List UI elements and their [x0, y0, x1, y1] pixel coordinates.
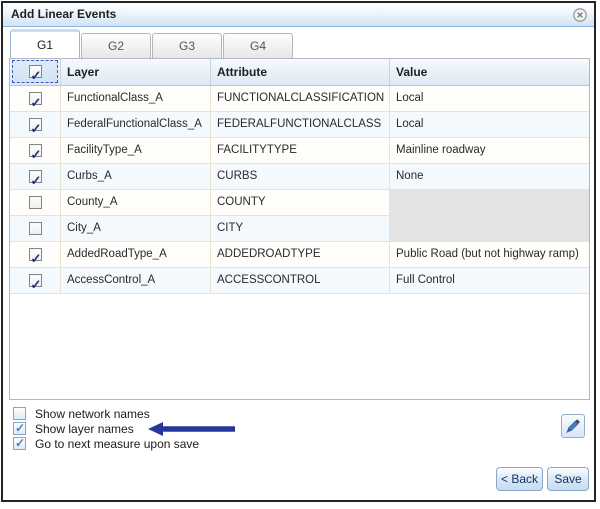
- value-cell: None: [390, 164, 589, 189]
- attribute-cell: ADDEDROADTYPE: [211, 242, 390, 267]
- dialog-title: Add Linear Events: [11, 7, 116, 21]
- value-cell: Public Road (but not highway ramp): [390, 242, 589, 267]
- option-label[interactable]: Go to next measure upon save: [35, 437, 199, 451]
- option-checkbox[interactable]: [13, 422, 26, 435]
- value-cell: [390, 190, 589, 215]
- dialog-titlebar: Add Linear Events: [3, 3, 594, 27]
- row-checkbox[interactable]: [29, 196, 42, 209]
- tab-g2[interactable]: G2: [81, 33, 151, 59]
- option-label[interactable]: Show network names: [35, 407, 150, 421]
- layer-cell: FederalFunctionalClass_A: [61, 112, 211, 137]
- row-checkbox[interactable]: [29, 222, 42, 235]
- value-cell: Full Control: [390, 268, 589, 293]
- value-cell: Local: [390, 112, 589, 137]
- layer-cell: County_A: [61, 190, 211, 215]
- row-checkbox[interactable]: [29, 274, 42, 287]
- save-button[interactable]: Save: [547, 467, 589, 491]
- layer-cell: Curbs_A: [61, 164, 211, 189]
- row-checkbox-cell: [10, 242, 61, 267]
- edit-button[interactable]: [561, 414, 585, 438]
- option-checkbox[interactable]: [13, 407, 26, 420]
- tab-g4[interactable]: G4: [223, 33, 293, 59]
- row-checkbox-cell: [10, 190, 61, 215]
- table-row[interactable]: FunctionalClass_AFUNCTIONALCLASSIFICATIO…: [10, 86, 589, 112]
- option-row: Go to next measure upon save: [13, 436, 236, 451]
- layer-cell: FunctionalClass_A: [61, 86, 211, 111]
- value-cell: Mainline roadway: [390, 138, 589, 163]
- select-all-checkbox[interactable]: [29, 65, 42, 78]
- table-row[interactable]: City_ACITY: [10, 216, 589, 242]
- row-checkbox[interactable]: [29, 144, 42, 157]
- value-cell: Local: [390, 86, 589, 111]
- layer-cell: AddedRoadType_A: [61, 242, 211, 267]
- option-row: Show network names: [13, 406, 236, 421]
- option-label[interactable]: Show layer names: [35, 422, 134, 436]
- layer-cell: FacilityType_A: [61, 138, 211, 163]
- table-header-row: Layer Attribute Value: [10, 59, 589, 86]
- table-row[interactable]: AddedRoadType_AADDEDROADTYPEPublic Road …: [10, 242, 589, 268]
- table-row[interactable]: Curbs_ACURBSNone: [10, 164, 589, 190]
- tab-g3[interactable]: G3: [152, 33, 222, 59]
- row-checkbox-cell: [10, 216, 61, 241]
- select-all-cell: [10, 59, 61, 85]
- value-cell: [390, 216, 589, 241]
- linear-events-table: Layer Attribute Value FunctionalClass_AF…: [9, 58, 590, 400]
- row-checkbox-cell: [10, 86, 61, 111]
- annotation-left-arrow-icon: [148, 422, 236, 436]
- column-header-layer[interactable]: Layer: [61, 59, 211, 85]
- attribute-cell: ACCESSCONTROL: [211, 268, 390, 293]
- attribute-cell: CURBS: [211, 164, 390, 189]
- attribute-cell: COUNTY: [211, 190, 390, 215]
- row-checkbox-cell: [10, 112, 61, 137]
- attribute-cell: FEDERALFUNCTIONALCLASS: [211, 112, 390, 137]
- close-icon[interactable]: [572, 7, 588, 23]
- add-linear-events-dialog: Add Linear Events G1G2G3G4 Layer Attribu…: [1, 1, 596, 502]
- back-button[interactable]: < Back: [496, 467, 543, 491]
- table-row[interactable]: County_ACOUNTY: [10, 190, 589, 216]
- row-checkbox-cell: [10, 268, 61, 293]
- row-checkbox[interactable]: [29, 118, 42, 131]
- layer-cell: AccessControl_A: [61, 268, 211, 293]
- table-row[interactable]: FacilityType_AFACILITYTYPEMainline roadw…: [10, 138, 589, 164]
- table-row[interactable]: AccessControl_AACCESSCONTROLFull Control: [10, 268, 589, 294]
- option-row: Show layer names: [13, 421, 236, 436]
- row-checkbox[interactable]: [29, 248, 42, 261]
- column-header-attribute[interactable]: Attribute: [211, 59, 390, 85]
- layer-cell: City_A: [61, 216, 211, 241]
- attribute-cell: FUNCTIONALCLASSIFICATION: [211, 86, 390, 111]
- table-body: FunctionalClass_AFUNCTIONALCLASSIFICATIO…: [10, 86, 589, 294]
- tab-g1[interactable]: G1: [10, 29, 80, 59]
- pencil-icon: [565, 418, 581, 434]
- table-row[interactable]: FederalFunctionalClass_AFEDERALFUNCTIONA…: [10, 112, 589, 138]
- select-all-focus-ring: [12, 60, 58, 83]
- row-checkbox[interactable]: [29, 170, 42, 183]
- attribute-cell: FACILITYTYPE: [211, 138, 390, 163]
- row-checkbox[interactable]: [29, 92, 42, 105]
- options-group: Show network namesShow layer namesGo to …: [13, 406, 236, 451]
- column-header-value[interactable]: Value: [390, 59, 589, 85]
- attribute-cell: CITY: [211, 216, 390, 241]
- row-checkbox-cell: [10, 138, 61, 163]
- option-checkbox[interactable]: [13, 437, 26, 450]
- tab-strip: G1G2G3G4: [10, 29, 294, 59]
- screen: Add Linear Events G1G2G3G4 Layer Attribu…: [0, 0, 600, 509]
- row-checkbox-cell: [10, 164, 61, 189]
